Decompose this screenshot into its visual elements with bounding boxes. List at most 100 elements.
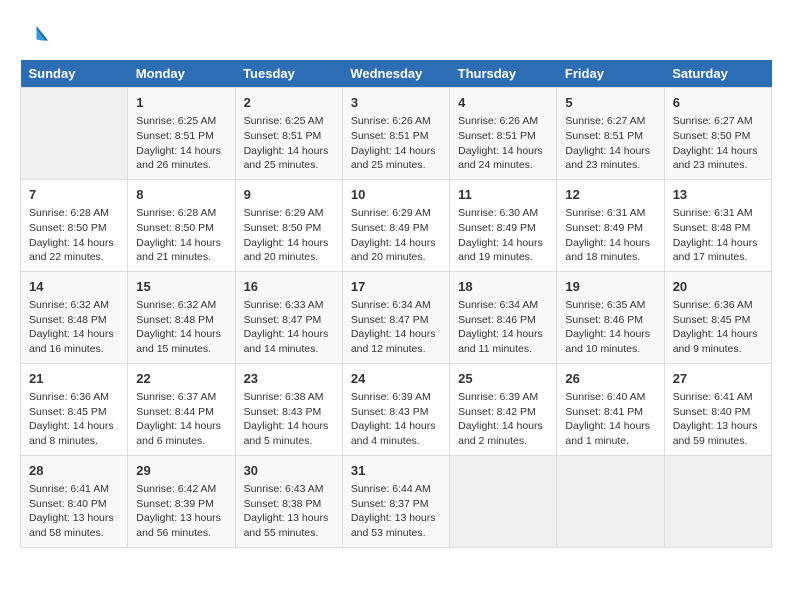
logo-icon xyxy=(20,20,50,50)
day-info: Sunrise: 6:42 AMSunset: 8:39 PMDaylight:… xyxy=(136,482,226,541)
week-row-2: 7 Sunrise: 6:28 AMSunset: 8:50 PMDaylight… xyxy=(21,179,772,271)
day-info: Sunrise: 6:43 AMSunset: 8:38 PMDaylight:… xyxy=(244,482,334,541)
day-number: 2 xyxy=(244,94,334,112)
day-info: Sunrise: 6:41 AMSunset: 8:40 PMDaylight:… xyxy=(673,390,763,449)
calendar-cell: 28 Sunrise: 6:41 AMSunset: 8:40 PMDayligh… xyxy=(21,455,128,547)
day-info: Sunrise: 6:34 AMSunset: 8:46 PMDaylight:… xyxy=(458,298,548,357)
calendar-cell: 18 Sunrise: 6:34 AMSunset: 8:46 PMDayligh… xyxy=(450,271,557,363)
day-info: Sunrise: 6:27 AMSunset: 8:50 PMDaylight:… xyxy=(673,114,763,173)
calendar-cell: 31 Sunrise: 6:44 AMSunset: 8:37 PMDayligh… xyxy=(342,455,449,547)
day-number: 5 xyxy=(565,94,655,112)
day-number: 9 xyxy=(244,186,334,204)
logo xyxy=(20,20,54,50)
day-info: Sunrise: 6:26 AMSunset: 8:51 PMDaylight:… xyxy=(351,114,441,173)
day-info: Sunrise: 6:29 AMSunset: 8:49 PMDaylight:… xyxy=(351,206,441,265)
header xyxy=(20,20,772,50)
day-number: 23 xyxy=(244,370,334,388)
day-info: Sunrise: 6:25 AMSunset: 8:51 PMDaylight:… xyxy=(136,114,226,173)
calendar-cell: 8 Sunrise: 6:28 AMSunset: 8:50 PMDaylight… xyxy=(128,179,235,271)
day-info: Sunrise: 6:34 AMSunset: 8:47 PMDaylight:… xyxy=(351,298,441,357)
calendar-cell: 21 Sunrise: 6:36 AMSunset: 8:45 PMDayligh… xyxy=(21,363,128,455)
calendar-cell: 7 Sunrise: 6:28 AMSunset: 8:50 PMDaylight… xyxy=(21,179,128,271)
day-info: Sunrise: 6:41 AMSunset: 8:40 PMDaylight:… xyxy=(29,482,119,541)
calendar-cell: 6 Sunrise: 6:27 AMSunset: 8:50 PMDaylight… xyxy=(664,88,771,180)
calendar-cell: 13 Sunrise: 6:31 AMSunset: 8:48 PMDayligh… xyxy=(664,179,771,271)
day-number: 3 xyxy=(351,94,441,112)
column-header-thursday: Thursday xyxy=(450,60,557,88)
column-header-friday: Friday xyxy=(557,60,664,88)
calendar-cell: 16 Sunrise: 6:33 AMSunset: 8:47 PMDayligh… xyxy=(235,271,342,363)
calendar-cell: 5 Sunrise: 6:27 AMSunset: 8:51 PMDaylight… xyxy=(557,88,664,180)
calendar-cell: 25Sunrise: 6:39 AMSunset: 8:42 PMDayligh… xyxy=(450,363,557,455)
day-info: Sunrise: 6:28 AMSunset: 8:50 PMDaylight:… xyxy=(136,206,226,265)
day-number: 29 xyxy=(136,462,226,480)
calendar-cell: 1Sunrise: 6:25 AMSunset: 8:51 PMDaylight… xyxy=(128,88,235,180)
calendar-cell: 22Sunrise: 6:37 AMSunset: 8:44 PMDayligh… xyxy=(128,363,235,455)
day-number: 15 xyxy=(136,278,226,296)
day-info: Sunrise: 6:29 AMSunset: 8:50 PMDaylight:… xyxy=(244,206,334,265)
day-number: 31 xyxy=(351,462,441,480)
calendar-cell: 29 Sunrise: 6:42 AMSunset: 8:39 PMDayligh… xyxy=(128,455,235,547)
day-info: Sunrise: 6:31 AMSunset: 8:48 PMDaylight:… xyxy=(673,206,763,265)
day-number: 27 xyxy=(673,370,763,388)
day-info: Sunrise: 6:36 AMSunset: 8:45 PMDaylight:… xyxy=(673,298,763,357)
day-info: Sunrise: 6:36 AMSunset: 8:45 PMDaylight:… xyxy=(29,390,119,449)
calendar-cell: 17 Sunrise: 6:34 AMSunset: 8:47 PMDayligh… xyxy=(342,271,449,363)
day-number: 24 xyxy=(351,370,441,388)
column-header-wednesday: Wednesday xyxy=(342,60,449,88)
calendar-cell: 20Sunrise: 6:36 AMSunset: 8:45 PMDayligh… xyxy=(664,271,771,363)
day-info: Sunrise: 6:31 AMSunset: 8:49 PMDaylight:… xyxy=(565,206,655,265)
column-header-sunday: Sunday xyxy=(21,60,128,88)
calendar-cell: 24 Sunrise: 6:39 AMSunset: 8:43 PMDayligh… xyxy=(342,363,449,455)
day-info: Sunrise: 6:35 AMSunset: 8:46 PMDaylight:… xyxy=(565,298,655,357)
calendar-cell xyxy=(450,455,557,547)
calendar-cell: 26 Sunrise: 6:40 AMSunset: 8:41 PMDayligh… xyxy=(557,363,664,455)
day-info: Sunrise: 6:40 AMSunset: 8:41 PMDaylight:… xyxy=(565,390,655,449)
calendar-cell: 19 Sunrise: 6:35 AMSunset: 8:46 PMDayligh… xyxy=(557,271,664,363)
day-info: Sunrise: 6:32 AMSunset: 8:48 PMDaylight:… xyxy=(29,298,119,357)
calendar-cell: 9 Sunrise: 6:29 AMSunset: 8:50 PMDaylight… xyxy=(235,179,342,271)
calendar-cell: 15 Sunrise: 6:32 AMSunset: 8:48 PMDayligh… xyxy=(128,271,235,363)
day-number: 18 xyxy=(458,278,548,296)
day-number: 14 xyxy=(29,278,119,296)
day-number: 13 xyxy=(673,186,763,204)
day-info: Sunrise: 6:32 AMSunset: 8:48 PMDaylight:… xyxy=(136,298,226,357)
week-row-4: 21 Sunrise: 6:36 AMSunset: 8:45 PMDayligh… xyxy=(21,363,772,455)
day-number: 19 xyxy=(565,278,655,296)
day-info: Sunrise: 6:39 AMSunset: 8:42 PMDaylight:… xyxy=(458,390,548,449)
calendar-cell: 10 Sunrise: 6:29 AMSunset: 8:49 PMDayligh… xyxy=(342,179,449,271)
day-number: 4 xyxy=(458,94,548,112)
day-number: 12 xyxy=(565,186,655,204)
day-number: 7 xyxy=(29,186,119,204)
day-info: Sunrise: 6:39 AMSunset: 8:43 PMDaylight:… xyxy=(351,390,441,449)
day-number: 30 xyxy=(244,462,334,480)
day-number: 10 xyxy=(351,186,441,204)
day-info: Sunrise: 6:38 AMSunset: 8:43 PMDaylight:… xyxy=(244,390,334,449)
calendar-cell: 27 Sunrise: 6:41 AMSunset: 8:40 PMDayligh… xyxy=(664,363,771,455)
calendar-cell: 12 Sunrise: 6:31 AMSunset: 8:49 PMDayligh… xyxy=(557,179,664,271)
day-number: 26 xyxy=(565,370,655,388)
day-info: Sunrise: 6:27 AMSunset: 8:51 PMDaylight:… xyxy=(565,114,655,173)
header-row: SundayMondayTuesdayWednesdayThursdayFrid… xyxy=(21,60,772,88)
day-info: Sunrise: 6:44 AMSunset: 8:37 PMDaylight:… xyxy=(351,482,441,541)
calendar-cell xyxy=(664,455,771,547)
day-number: 8 xyxy=(136,186,226,204)
calendar-cell: 2Sunrise: 6:25 AMSunset: 8:51 PMDaylight… xyxy=(235,88,342,180)
day-info: Sunrise: 6:33 AMSunset: 8:47 PMDaylight:… xyxy=(244,298,334,357)
day-number: 16 xyxy=(244,278,334,296)
column-header-saturday: Saturday xyxy=(664,60,771,88)
day-info: Sunrise: 6:26 AMSunset: 8:51 PMDaylight:… xyxy=(458,114,548,173)
day-number: 11 xyxy=(458,186,548,204)
day-number: 28 xyxy=(29,462,119,480)
day-info: Sunrise: 6:30 AMSunset: 8:49 PMDaylight:… xyxy=(458,206,548,265)
calendar-cell: 4 Sunrise: 6:26 AMSunset: 8:51 PMDaylight… xyxy=(450,88,557,180)
day-number: 17 xyxy=(351,278,441,296)
calendar-cell xyxy=(21,88,128,180)
week-row-1: 1Sunrise: 6:25 AMSunset: 8:51 PMDaylight… xyxy=(21,88,772,180)
column-header-monday: Monday xyxy=(128,60,235,88)
day-info: Sunrise: 6:28 AMSunset: 8:50 PMDaylight:… xyxy=(29,206,119,265)
day-number: 21 xyxy=(29,370,119,388)
day-number: 22 xyxy=(136,370,226,388)
calendar-cell xyxy=(557,455,664,547)
day-number: 6 xyxy=(673,94,763,112)
